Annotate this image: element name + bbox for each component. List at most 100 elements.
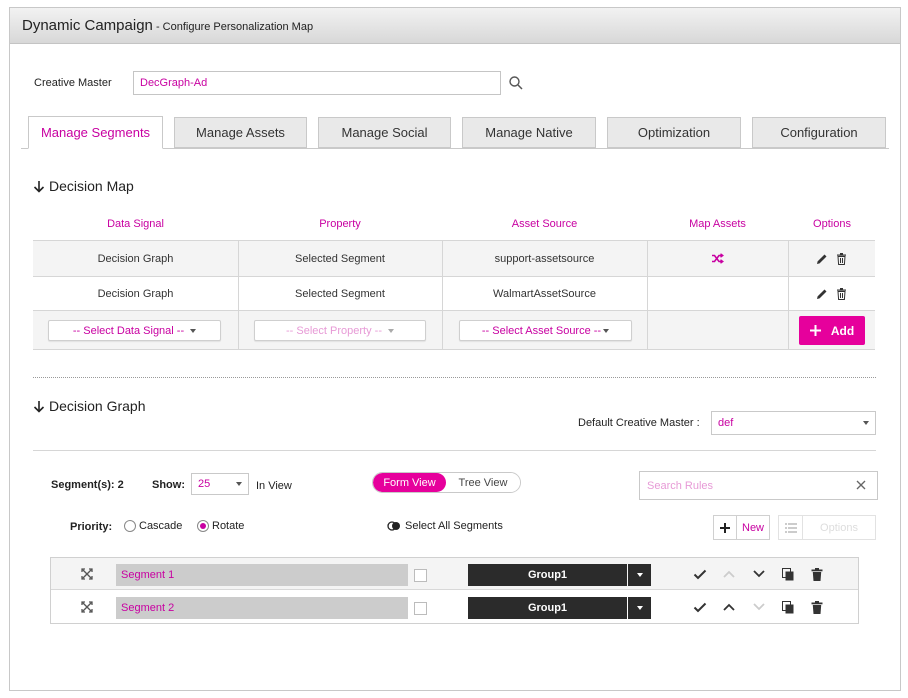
app-title: Dynamic Campaign — [22, 17, 153, 34]
column-header-options: Options — [813, 218, 851, 230]
priority-rotate-label: Rotate — [212, 520, 245, 532]
plus-icon — [809, 325, 821, 336]
cell-asset-source: WalmartAssetSource — [493, 287, 596, 300]
table-row: Decision Graph Selected Segment WalmartA… — [33, 276, 875, 310]
expand-icon[interactable] — [81, 601, 93, 616]
decision-graph-title: Decision Graph — [49, 398, 146, 414]
priority-cascade-radio[interactable]: Cascade — [124, 520, 182, 532]
property-select-value: -- Select Property -- — [286, 324, 382, 337]
toggle-circles-icon — [387, 521, 400, 531]
group-dropdown-button[interactable] — [628, 597, 651, 619]
search-icon[interactable] — [508, 75, 524, 91]
tab-optimization[interactable]: Optimization — [607, 117, 741, 148]
segment-group-select[interactable]: Group1 — [468, 597, 627, 619]
move-up-icon[interactable] — [721, 599, 737, 615]
segment-table: Segment 1 Group1 Segment 2 Group1 — [50, 557, 859, 624]
creative-master-input[interactable] — [133, 71, 501, 95]
arrow-down-icon — [33, 180, 45, 193]
new-segment-label: New — [742, 521, 765, 534]
data-signal-select[interactable]: -- Select Data Signal -- — [48, 320, 221, 341]
column-header-asset-source: Asset Source — [511, 218, 578, 230]
page-title: Dynamic Campaign - Configure Personaliza… — [22, 17, 313, 34]
search-rules-input[interactable] — [640, 472, 845, 499]
select-all-segments-label: Select All Segments — [405, 520, 503, 532]
shuffle-icon[interactable] — [647, 241, 788, 276]
page-size-select[interactable]: 25 — [191, 473, 249, 495]
page-subtitle: - Configure Personalization Map — [152, 21, 314, 33]
tab-configuration[interactable]: Configuration — [752, 117, 886, 148]
divider — [33, 450, 876, 451]
trash-icon[interactable] — [836, 252, 847, 265]
radio-selected-icon — [197, 520, 209, 532]
list-icon — [779, 516, 803, 539]
select-all-segments-toggle[interactable]: Select All Segments — [387, 520, 503, 532]
column-header-data-signal: Data Signal — [107, 218, 164, 230]
segment-name-field[interactable]: Segment 1 — [116, 564, 408, 586]
form-view-toggle[interactable]: Form View — [373, 473, 446, 492]
tab-manage-assets[interactable]: Manage Assets — [174, 117, 307, 148]
trash-icon[interactable] — [836, 287, 847, 300]
tree-view-toggle[interactable]: Tree View — [446, 473, 520, 492]
segment-count: Segment(s): 2 — [51, 479, 124, 491]
radio-icon — [124, 520, 136, 532]
column-header-property: Property — [319, 218, 361, 230]
priority-label: Priority: — [70, 521, 113, 533]
column-header-map-assets: Map Assets — [689, 218, 746, 230]
asset-source-select-value: -- Select Asset Source -- — [481, 324, 602, 337]
decision-graph-heading[interactable]: Decision Graph — [33, 398, 146, 414]
add-mapping-button[interactable]: Add — [799, 316, 865, 345]
copy-icon[interactable] — [780, 599, 796, 615]
move-up-icon — [721, 566, 737, 582]
trash-icon[interactable] — [809, 599, 825, 615]
asset-source-select[interactable]: -- Select Asset Source -- — [459, 320, 632, 341]
search-rules-box — [639, 471, 878, 500]
tab-manage-social[interactable]: Manage Social — [318, 117, 451, 148]
cell-data-signal: Decision Graph — [97, 252, 174, 265]
default-creative-master-label: Default Creative Master : — [578, 417, 700, 429]
priority-rotate-radio[interactable]: Rotate — [197, 520, 244, 532]
segment-name-field[interactable]: Segment 2 — [116, 597, 408, 619]
new-segment-button[interactable]: New — [713, 515, 770, 540]
group-dropdown-button[interactable] — [628, 564, 651, 586]
options-label: Options — [820, 521, 858, 534]
cell-property: Selected Segment — [295, 252, 385, 265]
move-down-icon[interactable] — [751, 566, 767, 582]
caret-down-icon — [190, 328, 197, 333]
creative-master-label: Creative Master — [34, 77, 112, 89]
cell-asset-source: support-assetsource — [494, 252, 595, 265]
check-icon[interactable] — [692, 566, 708, 582]
trash-icon[interactable] — [809, 566, 825, 582]
pencil-icon[interactable] — [816, 288, 828, 300]
cell-property: Selected Segment — [295, 287, 385, 300]
move-down-icon — [751, 599, 767, 615]
segment-checkbox[interactable] — [414, 569, 427, 582]
options-button[interactable]: Options — [778, 515, 876, 540]
property-select[interactable]: -- Select Property -- — [254, 320, 426, 341]
pencil-icon[interactable] — [816, 253, 828, 265]
arrow-down-icon — [33, 400, 45, 413]
caret-down-icon — [636, 573, 643, 577]
show-label: Show: — [152, 479, 185, 491]
segment-count-text: Segment(s): 2 — [51, 479, 124, 491]
tab-manage-segments[interactable]: Manage Segments — [28, 116, 163, 149]
priority-cascade-label: Cascade — [139, 520, 183, 532]
tab-manage-native[interactable]: Manage Native — [462, 117, 596, 148]
table-row: Decision Graph Selected Segment support-… — [33, 240, 875, 276]
clear-search-icon[interactable] — [855, 479, 867, 494]
check-icon[interactable] — [692, 599, 708, 615]
copy-icon[interactable] — [780, 566, 796, 582]
table-row: Segment 1 Group1 — [51, 558, 858, 590]
expand-icon[interactable] — [81, 568, 93, 583]
page-size-value: 25 — [198, 478, 211, 490]
decision-map-heading[interactable]: Decision Map — [33, 178, 134, 194]
segment-group-select[interactable]: Group1 — [468, 564, 627, 586]
section-divider — [33, 377, 876, 378]
plus-icon — [714, 516, 737, 539]
caret-down-icon — [863, 421, 869, 425]
default-creative-master-select[interactable]: def — [711, 411, 876, 435]
segment-checkbox[interactable] — [414, 602, 427, 615]
table-row: Segment 2 Group1 — [51, 591, 858, 623]
row-options — [788, 277, 875, 310]
caret-down-icon — [636, 606, 643, 610]
in-view-label: In View — [256, 480, 292, 492]
